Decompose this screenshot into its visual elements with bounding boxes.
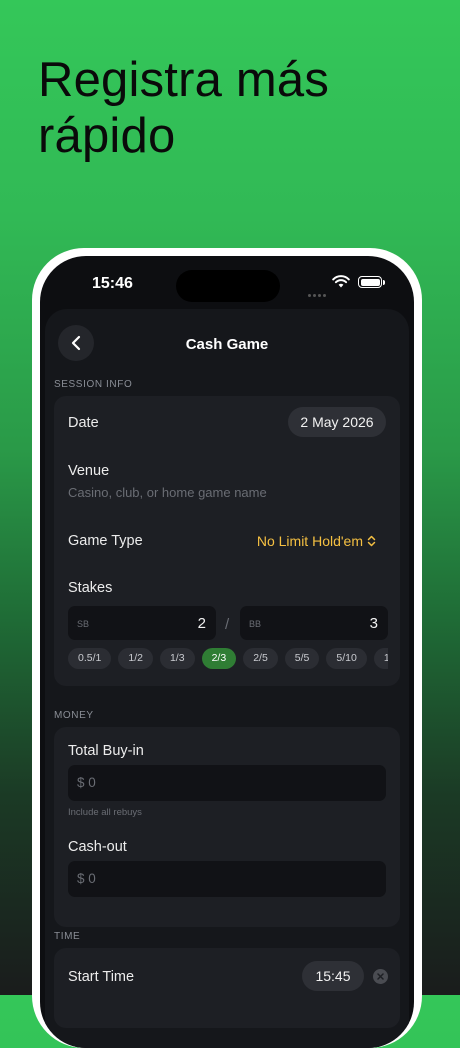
cashout-input[interactable]: $ 0 bbox=[68, 861, 386, 897]
buyin-hint: Include all rebuys bbox=[68, 807, 142, 818]
section-label-money: MONEY bbox=[54, 710, 94, 721]
stake-chip[interactable]: 5/5 bbox=[284, 648, 320, 669]
wifi-icon bbox=[332, 275, 350, 288]
stake-chip[interactable]: 0.5/1 bbox=[68, 648, 112, 669]
buyin-input[interactable]: $ 0 bbox=[68, 765, 386, 801]
stake-chip[interactable]: 5/10 bbox=[326, 648, 367, 669]
bb-label: BB bbox=[249, 619, 262, 629]
buyin-placeholder: $ 0 bbox=[77, 775, 96, 790]
signal-icon bbox=[308, 284, 328, 302]
game-type-value: No Limit Hold'em bbox=[256, 533, 363, 549]
game-type-label: Game Type bbox=[68, 533, 143, 549]
time-card: Start Time 15:45 bbox=[54, 948, 400, 1028]
big-blind-input[interactable]: BB 3 bbox=[240, 606, 388, 640]
dynamic-island bbox=[176, 270, 280, 302]
date-label: Date bbox=[68, 415, 99, 431]
headline: Registra más rápido bbox=[38, 53, 330, 163]
date-picker[interactable]: 2 May 2026 bbox=[288, 407, 386, 437]
status-bar: 15:46 bbox=[40, 256, 414, 306]
chevron-up-down-icon bbox=[367, 535, 376, 547]
small-blind-input[interactable]: SB 2 bbox=[68, 606, 216, 640]
sb-label: SB bbox=[77, 619, 90, 629]
stakes-separator: / bbox=[225, 616, 230, 633]
game-type-select[interactable]: No Limit Hold'em bbox=[257, 533, 376, 549]
stake-chip[interactable]: 1/3 bbox=[159, 648, 195, 669]
sb-value: 2 bbox=[197, 615, 206, 632]
section-label-session-info: SESSION INFO bbox=[54, 379, 133, 390]
battery-icon bbox=[358, 276, 385, 288]
section-label-time: TIME bbox=[54, 931, 81, 942]
stake-chip[interactable]: 10/20 bbox=[373, 648, 388, 669]
money-card: Total Buy-in $ 0 Include all rebuys Cash… bbox=[54, 727, 400, 927]
bb-value: 3 bbox=[369, 615, 378, 632]
phone-frame: 15:46 Cash Game SESSION INFO Date 2 May … bbox=[32, 248, 422, 1048]
stake-chip[interactable]: 1/2 bbox=[118, 648, 153, 669]
cashout-placeholder: $ 0 bbox=[77, 871, 96, 886]
stake-chip[interactable]: 2/5 bbox=[243, 648, 278, 669]
venue-label: Venue bbox=[68, 463, 110, 479]
cashout-label: Cash-out bbox=[68, 839, 127, 855]
phone-screen: 15:46 Cash Game SESSION INFO Date 2 May … bbox=[40, 256, 414, 1048]
stake-chip-selected[interactable]: 2/3 bbox=[201, 648, 237, 669]
start-time-label: Start Time bbox=[68, 969, 135, 985]
start-time-picker[interactable]: 15:45 bbox=[302, 961, 364, 991]
page-title: Cash Game bbox=[185, 336, 269, 353]
cash-game-sheet: Cash Game SESSION INFO Date 2 May 2026 V… bbox=[45, 309, 409, 1048]
stake-chip-list: 0.5/1 1/2 1/3 2/3 2/5 5/5 5/10 10/20 bbox=[68, 648, 388, 672]
status-time: 15:46 bbox=[92, 275, 133, 292]
stakes-label: Stakes bbox=[68, 580, 113, 596]
session-info-card: Date 2 May 2026 Venue Casino, club, or h… bbox=[54, 396, 400, 686]
buyin-label: Total Buy-in bbox=[68, 743, 144, 759]
venue-input[interactable]: Casino, club, or home game name bbox=[68, 485, 267, 500]
clear-icon[interactable] bbox=[373, 969, 388, 984]
